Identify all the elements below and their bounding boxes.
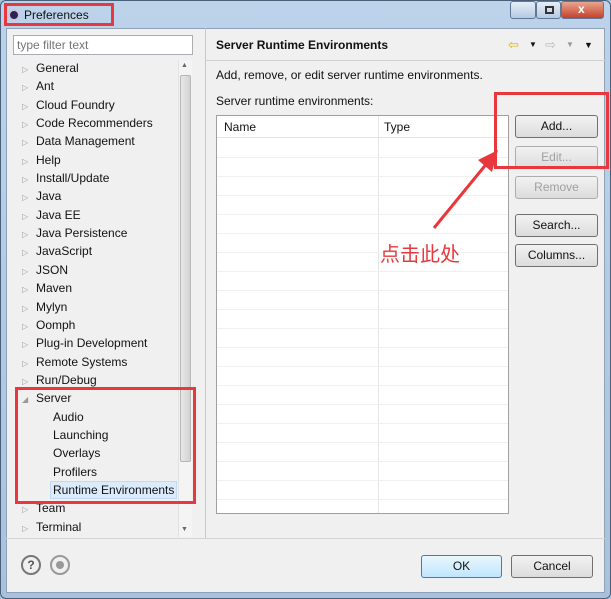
collapsed-icon[interactable]: ▷ — [22, 189, 36, 207]
back-arrow-icon[interactable]: ⇦ — [508, 37, 519, 53]
filter-input[interactable] — [13, 35, 193, 55]
tree-item[interactable]: ▷ Java — [22, 187, 61, 205]
annotation-arrow — [432, 150, 498, 229]
remove-button[interactable]: Remove — [515, 176, 598, 199]
footer-separator — [6, 538, 605, 539]
table-row-line — [217, 442, 508, 443]
tree-item-label: Help — [36, 153, 61, 167]
pane-divider[interactable] — [205, 28, 206, 538]
table-row-line — [217, 328, 508, 329]
tree-item[interactable]: ▷ JSON — [22, 261, 68, 279]
cancel-button[interactable]: Cancel — [511, 555, 593, 578]
table-row-line — [217, 404, 508, 405]
tree-item-label: JavaScript — [36, 244, 93, 258]
ok-button[interactable]: OK — [421, 555, 502, 578]
tree-item[interactable]: ▷ Remote Systems — [22, 353, 127, 371]
table-row-line — [217, 309, 508, 310]
tree-item-label: Remote Systems — [36, 355, 128, 369]
collapsed-icon[interactable]: ▷ — [22, 281, 36, 299]
tree-item[interactable]: ▷ JavaScript — [22, 242, 92, 260]
tree-item[interactable]: ▷ General — [22, 59, 79, 77]
tree-item[interactable]: ▷ Cloud Foundry — [22, 96, 115, 114]
tree-item[interactable]: ▷ Maven — [22, 279, 72, 297]
tree-item-label: Java Persistence — [36, 226, 128, 240]
tree-item-label: General — [36, 61, 79, 75]
maximize-button[interactable] — [536, 1, 561, 19]
tree-item-label: Run/Debug — [36, 373, 97, 387]
tree-item-label: Maven — [36, 281, 73, 295]
tree-item-label: Cloud Foundry — [36, 98, 115, 112]
collapsed-icon[interactable]: ▷ — [22, 79, 36, 97]
tree-item-label: Data Management — [36, 134, 135, 148]
table-row-line — [217, 366, 508, 367]
column-header-name[interactable]: Name — [224, 120, 256, 134]
search-button[interactable]: Search... — [515, 214, 598, 237]
maximize-icon — [545, 6, 554, 14]
collapsed-icon[interactable]: ▷ — [22, 244, 36, 262]
collapsed-icon[interactable]: ▷ — [22, 336, 36, 354]
page-title: Server Runtime Environments — [216, 38, 389, 52]
tree-item[interactable]: ▷ Java Persistence — [22, 224, 127, 242]
tree-item[interactable]: ▷ Data Management — [22, 132, 135, 150]
annotation-text: 点击此处 — [380, 244, 460, 266]
collapsed-icon[interactable]: ▷ — [22, 520, 36, 538]
close-icon: x — [578, 2, 585, 16]
table-header: Name Type — [217, 116, 508, 138]
forward-arrow-icon[interactable]: ⇨ — [545, 37, 556, 53]
columns-button[interactable]: Columns... — [515, 244, 598, 267]
table-row-line — [217, 347, 508, 348]
tree-item[interactable]: ▷ Java EE — [22, 206, 81, 224]
tree-item[interactable]: ▷ Code Recommenders — [22, 114, 153, 132]
tree-item[interactable]: ▷ Ant — [22, 77, 54, 95]
table-row-line — [217, 252, 508, 253]
scroll-down-icon[interactable]: ▼ — [181, 526, 188, 533]
tree-item-label: Oomph — [36, 318, 76, 332]
collapsed-icon[interactable]: ▷ — [22, 134, 36, 152]
scroll-up-icon[interactable]: ▲ — [181, 62, 188, 69]
tree-item-label: Terminal — [36, 520, 82, 534]
table-row-line — [217, 461, 508, 462]
tree-item-label: Mylyn — [36, 300, 68, 314]
header-separator — [206, 60, 605, 61]
tree-item-label: JSON — [36, 263, 69, 277]
table-row-line — [217, 423, 508, 424]
forward-menu-icon[interactable]: ▼ — [566, 40, 574, 49]
minimize-button[interactable] — [510, 1, 536, 19]
tree-item[interactable]: ▷ Oomph — [22, 316, 75, 334]
tree-item-label: Java EE — [36, 208, 81, 222]
tree-item-label: Java — [36, 189, 62, 203]
tree-item-label: Install/Update — [36, 171, 110, 185]
tree-item[interactable]: ▷ Terminal — [22, 518, 81, 536]
tree-item[interactable]: ▷ Plug-in Development — [22, 334, 147, 352]
list-label: Server runtime environments: — [216, 94, 374, 108]
table-row-line — [217, 385, 508, 386]
annotation-box-title — [4, 3, 114, 26]
import-export-icon[interactable] — [50, 555, 70, 575]
tree-item[interactable]: ▷ Help — [22, 151, 61, 169]
close-button[interactable]: x — [561, 1, 604, 19]
tree-item[interactable]: ▷ Mylyn — [22, 298, 67, 316]
help-icon[interactable]: ? — [21, 555, 41, 575]
back-menu-icon[interactable]: ▼ — [529, 40, 537, 49]
tree-item-label: Plug-in Development — [36, 336, 148, 350]
annotation-box-server — [15, 387, 196, 504]
table-row-line — [217, 271, 508, 272]
view-menu-icon[interactable]: ▼ — [584, 40, 593, 50]
tree-item-label: Code Recommenders — [36, 116, 153, 130]
table-row-line — [217, 499, 508, 500]
tree-item[interactable]: ▷ Install/Update — [22, 169, 109, 187]
tree-item-label: Ant — [36, 79, 55, 93]
annotation-box-add — [494, 92, 609, 169]
page-description: Add, remove, or edit server runtime envi… — [216, 68, 483, 82]
table-row-line — [217, 480, 508, 481]
column-header-type[interactable]: Type — [384, 120, 410, 134]
table-row-line — [217, 290, 508, 291]
